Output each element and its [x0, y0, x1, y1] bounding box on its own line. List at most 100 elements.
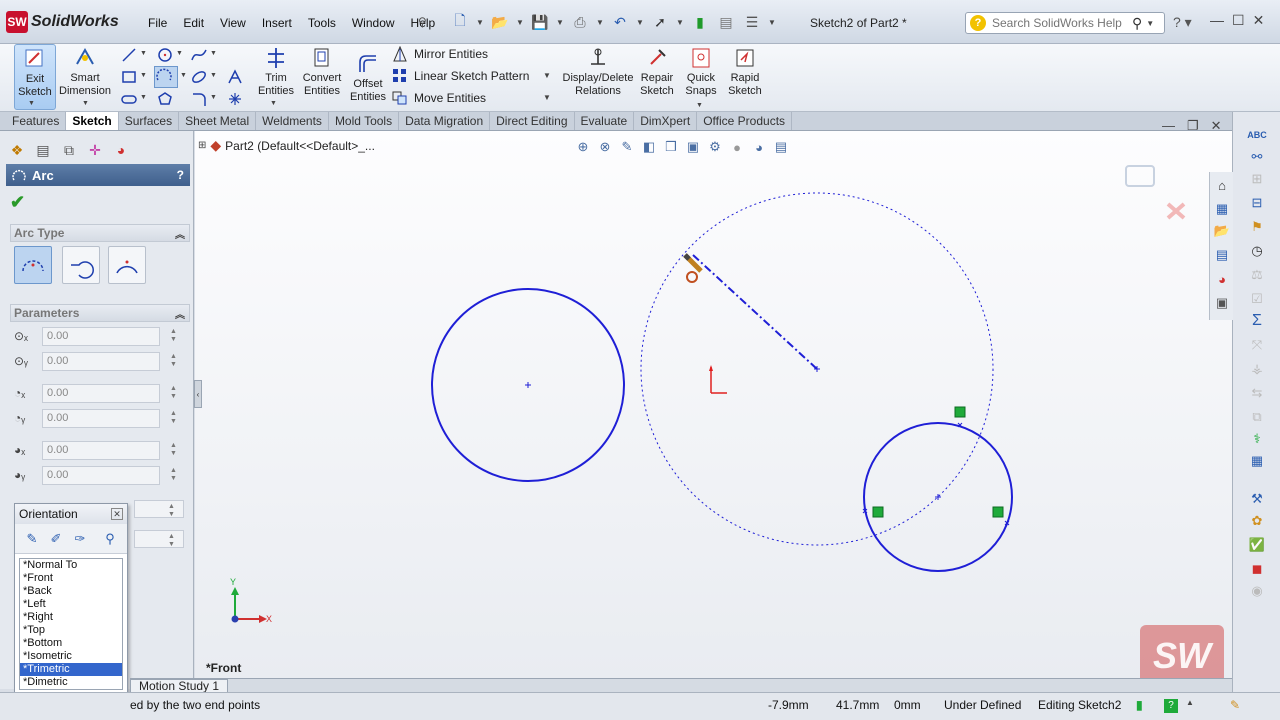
end-y-input[interactable]	[42, 465, 160, 485]
tab-weldments[interactable]: Weldments	[256, 112, 329, 130]
open-folder-icon[interactable]: 📂	[490, 12, 510, 32]
copy-tool-icon[interactable]: ⧉	[1248, 408, 1266, 426]
pattern-tool-icon[interactable]: ▦	[1248, 452, 1266, 470]
file-explorer-icon[interactable]: 📂	[1213, 222, 1231, 240]
print-dropdown-icon[interactable]: ▼	[596, 18, 604, 27]
dimxpertmanager-tab-icon[interactable]: ✛	[84, 139, 106, 161]
orientation-item-right[interactable]: *Right	[20, 611, 122, 624]
fillet-dropdown-icon[interactable]: ▼	[210, 94, 217, 101]
rebuild-icon[interactable]: ▮	[690, 12, 710, 32]
tab-sheet-metal[interactable]: Sheet Metal	[179, 112, 257, 130]
repair-sketch-button[interactable]: Repair Sketch	[634, 44, 680, 110]
undo-dropdown-icon[interactable]: ▼	[636, 18, 644, 27]
search-dropdown-icon[interactable]: ▼	[1146, 19, 1154, 28]
ellipse-icon[interactable]	[190, 68, 208, 86]
move-dropdown-icon[interactable]: ▼	[543, 93, 551, 102]
orientation-item-left[interactable]: *Left	[20, 598, 122, 611]
spline-icon[interactable]	[190, 46, 208, 64]
angle-input[interactable]	[134, 530, 184, 548]
decal-icon[interactable]: ◉	[1248, 582, 1266, 600]
menu-tools[interactable]: Tools	[300, 14, 344, 32]
file-properties-icon[interactable]: ▤	[716, 12, 736, 32]
undo-icon[interactable]: ↶	[610, 12, 630, 32]
start-x-input[interactable]	[42, 383, 160, 403]
quick-snaps-dropdown-icon[interactable]: ▼	[696, 102, 703, 109]
orientation-item-normal-to[interactable]: *Normal To	[20, 559, 122, 572]
radius-input[interactable]	[134, 500, 184, 518]
smart-dimension-dropdown-icon[interactable]: ▼	[82, 100, 89, 107]
reset-standard-views-icon[interactable]: ✑	[71, 530, 89, 548]
menu-edit[interactable]: Edit	[175, 14, 212, 32]
print-icon[interactable]: ⎙	[570, 12, 590, 32]
text-icon[interactable]	[226, 68, 244, 86]
layer-icon[interactable]: ⚑	[1248, 218, 1266, 236]
tab-office-products[interactable]: Office Products	[697, 112, 793, 130]
design-library-icon[interactable]: ▦	[1213, 200, 1231, 218]
relation-marker-top[interactable]	[954, 406, 966, 418]
section-properties-icon[interactable]: ⚶	[1248, 360, 1266, 378]
orientation-close-icon[interactable]: ✕	[111, 508, 123, 520]
point-icon[interactable]	[226, 90, 244, 108]
exit-sketch-button[interactable]: Exit Sketch	[14, 44, 56, 110]
orientation-item-front[interactable]: *Front	[20, 572, 122, 585]
arc-dropdown-icon[interactable]: ▼	[180, 72, 187, 79]
arc-icon[interactable]	[154, 66, 178, 88]
rectangle-dropdown-icon[interactable]: ▼	[140, 72, 147, 79]
orientation-item-isometric[interactable]: *Isometric	[20, 650, 122, 663]
search-icon[interactable]: ⚲	[1132, 15, 1142, 32]
tangent-arc-button[interactable]	[62, 246, 100, 284]
offset-entities-button[interactable]: Offset Entities	[342, 44, 394, 110]
relation-marker-right[interactable]	[992, 506, 1004, 518]
parameters-collapse-chevron-icon[interactable]: ︽	[175, 306, 185, 321]
save-dropdown-icon[interactable]: ▼	[556, 18, 564, 27]
solidworks-resources-icon[interactable]: ⌂	[1213, 176, 1231, 194]
appearances-scenes-icon[interactable]: ◕	[1213, 270, 1231, 288]
tab-data-migration[interactable]: Data Migration	[399, 112, 491, 130]
quick-snaps-button[interactable]: Quick Snaps	[680, 44, 722, 110]
menu-view[interactable]: View	[212, 14, 254, 32]
new-document-icon[interactable]: 🗋	[450, 12, 470, 32]
tab-mold-tools[interactable]: Mold Tools	[329, 112, 400, 130]
center-y-input[interactable]	[42, 351, 160, 371]
sketch-relations-icon[interactable]: ⊞	[1248, 170, 1266, 188]
tab-dimxpert[interactable]: DimXpert	[634, 112, 698, 130]
start-y-input[interactable]	[42, 408, 160, 428]
tab-surfaces[interactable]: Surfaces	[119, 112, 180, 130]
orientation-item-back[interactable]: *Back	[20, 585, 122, 598]
save-icon[interactable]: 💾	[530, 12, 550, 32]
tab-features[interactable]: Features	[6, 112, 67, 130]
mirror-entities-button[interactable]: Mirror Entities	[392, 44, 488, 64]
sketch-check-icon[interactable]: ⤧	[1248, 336, 1266, 354]
select-pointer-icon[interactable]: ➚	[650, 12, 670, 32]
center-x-input[interactable]	[42, 326, 160, 346]
tooltip-icon[interactable]: ✎	[1230, 698, 1240, 712]
spell-check-icon[interactable]: ABC	[1247, 126, 1267, 144]
ok-check-icon[interactable]: ✔	[10, 192, 25, 213]
constraint-icon[interactable]: ⊟	[1248, 194, 1266, 212]
color-tool-icon[interactable]: ◼	[1248, 560, 1266, 578]
select-dropdown-icon[interactable]: ▼	[676, 18, 684, 27]
centerpoint-arc-button[interactable]	[14, 246, 52, 284]
doc-restore-icon[interactable]: ❐	[1187, 118, 1199, 134]
tab-evaluate[interactable]: Evaluate	[575, 112, 635, 130]
arc-type-group-header[interactable]: Arc Type ︽	[10, 224, 190, 242]
slot-icon[interactable]	[120, 90, 138, 108]
fillet-icon[interactable]	[190, 90, 208, 108]
options-dropdown-icon[interactable]: ▼	[768, 18, 776, 27]
update-standard-views-icon[interactable]: ✐	[47, 530, 65, 548]
menu-window[interactable]: Window	[344, 14, 403, 32]
menu-insert[interactable]: Insert	[254, 14, 300, 32]
spline-dropdown-icon[interactable]: ▼	[210, 50, 217, 57]
start-y-spinner-icon[interactable]: ▲ ▼	[170, 410, 177, 426]
measure-icon[interactable]: ◷	[1248, 242, 1266, 260]
sketch-canvas[interactable]	[195, 131, 1232, 679]
add-relation-icon[interactable]: ⚕	[1248, 430, 1266, 448]
move-entities-button[interactable]: Move Entities	[392, 88, 486, 108]
help-icon[interactable]: ?	[177, 168, 184, 182]
displaymanager-tab-icon[interactable]: ◕	[110, 139, 132, 161]
rectangle-icon[interactable]	[120, 68, 138, 86]
close-icon[interactable]: ✕	[1253, 12, 1265, 29]
circle-center-point[interactable]	[525, 382, 531, 388]
help-question-icon[interactable]: ? ▾	[1173, 14, 1192, 31]
slot-dropdown-icon[interactable]: ▼	[140, 94, 147, 101]
